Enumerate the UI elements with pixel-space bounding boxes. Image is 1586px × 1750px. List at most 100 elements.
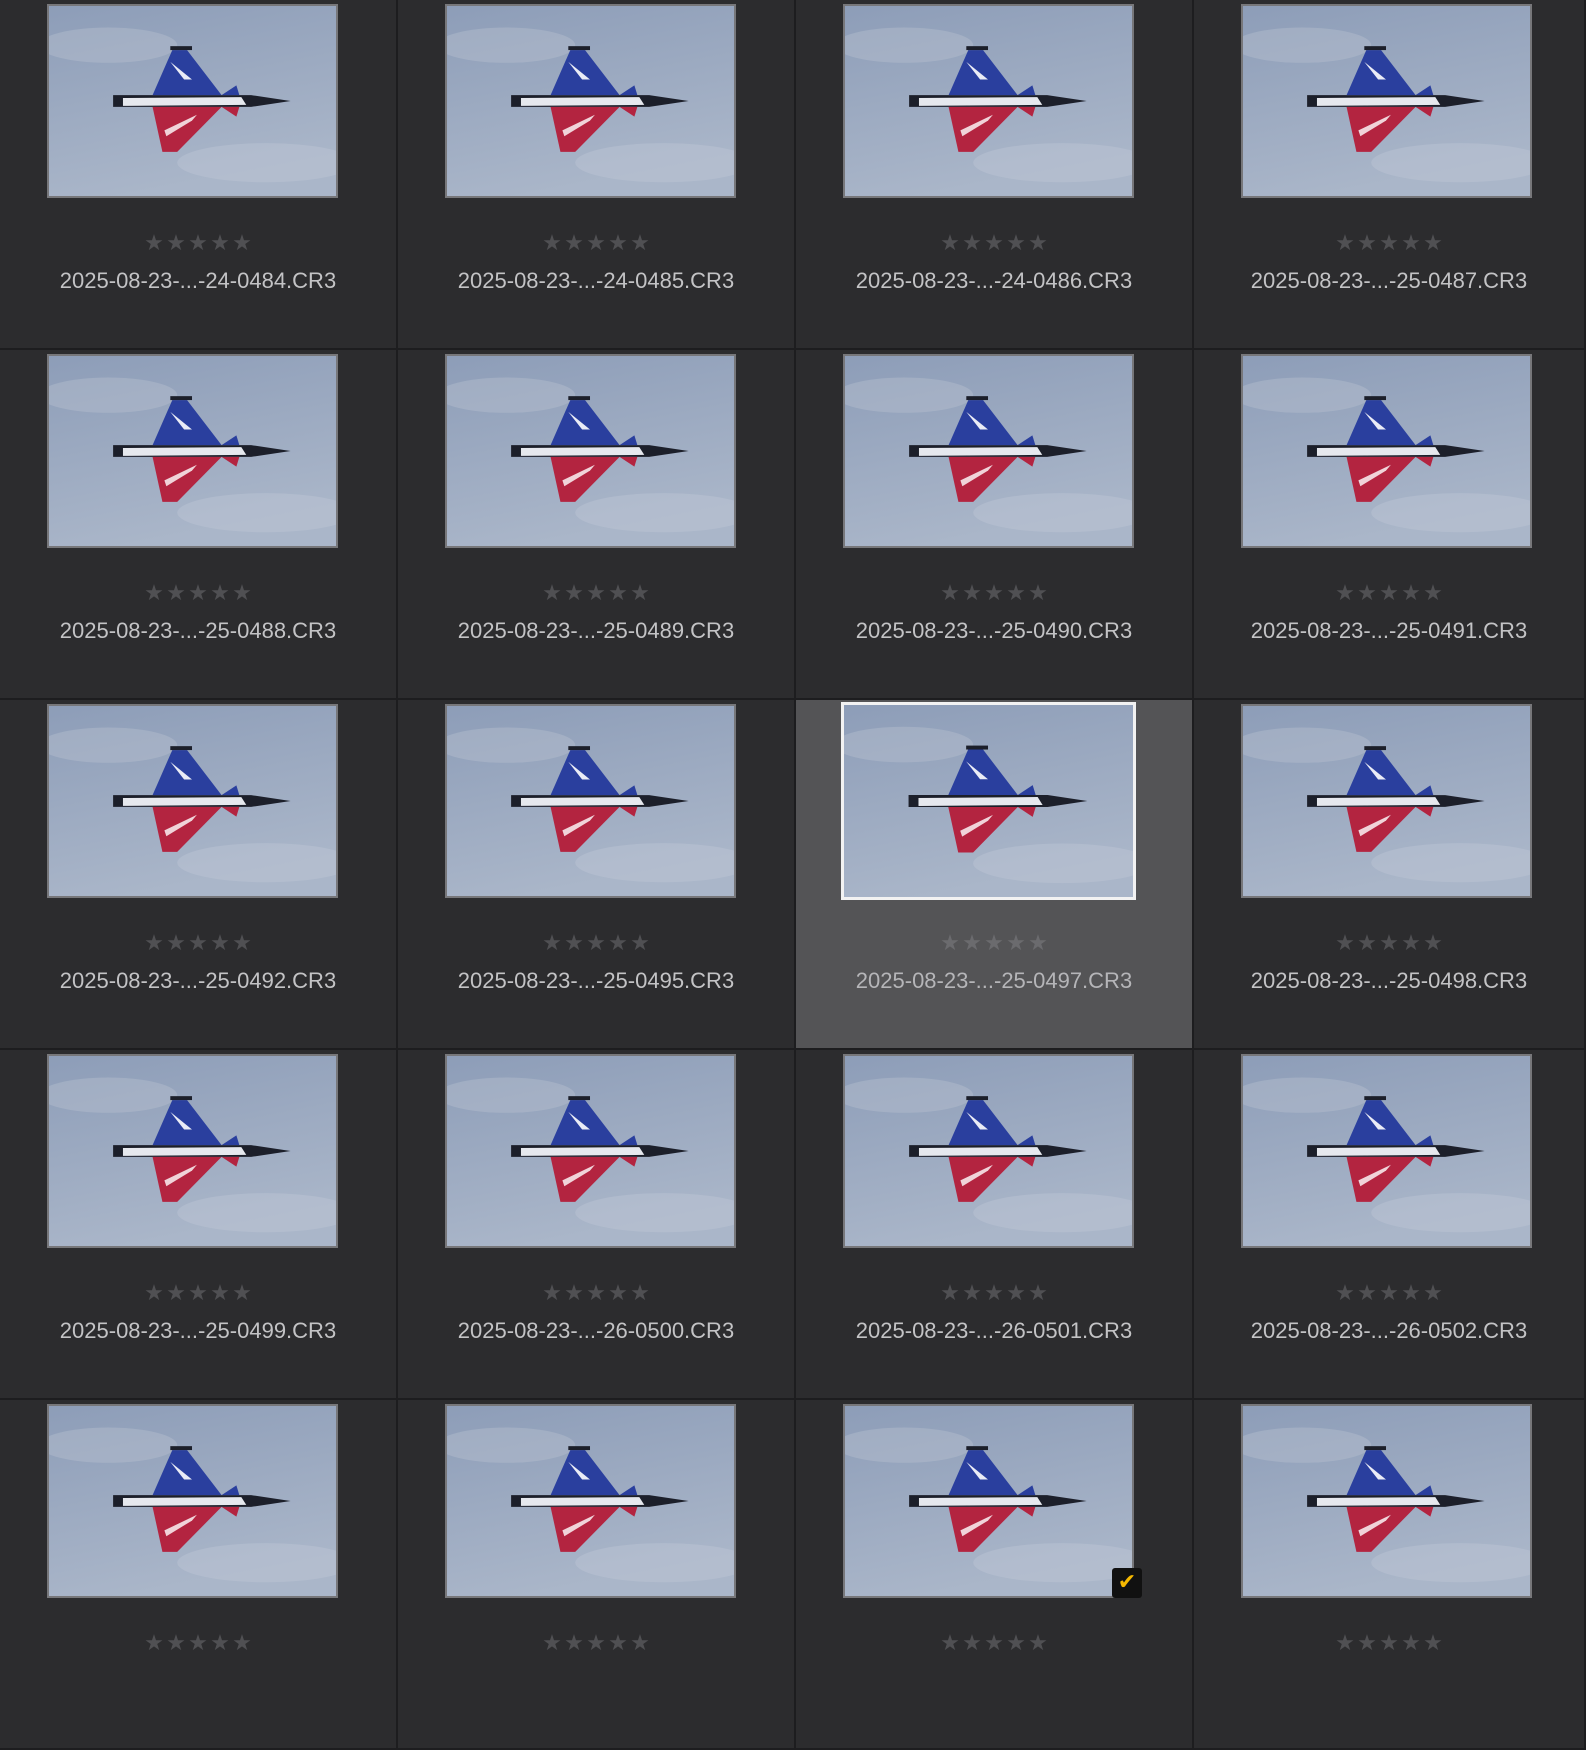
star-icon[interactable]: ★ (1378, 1632, 1400, 1656)
photo-thumbnail[interactable] (1241, 704, 1532, 898)
star-rating[interactable]: ★ ★ ★ ★ ★ (796, 582, 1192, 606)
star-icon[interactable]: ★ (607, 582, 629, 606)
star-icon[interactable]: ★ (939, 932, 961, 956)
star-rating[interactable]: ★ ★ ★ ★ ★ (1194, 1632, 1584, 1656)
star-icon[interactable]: ★ (983, 582, 1005, 606)
star-icon[interactable]: ★ (209, 932, 231, 956)
star-icon[interactable]: ★ (563, 582, 585, 606)
star-icon[interactable]: ★ (231, 1632, 253, 1656)
star-icon[interactable]: ★ (585, 1282, 607, 1306)
star-icon[interactable]: ★ (961, 932, 983, 956)
star-icon[interactable]: ★ (1356, 1632, 1378, 1656)
star-icon[interactable]: ★ (1027, 582, 1049, 606)
star-icon[interactable]: ★ (629, 582, 651, 606)
star-icon[interactable]: ★ (1422, 1632, 1444, 1656)
star-icon[interactable]: ★ (1378, 1282, 1400, 1306)
photo-thumbnail[interactable] (1241, 1404, 1532, 1598)
star-icon[interactable]: ★ (939, 1282, 961, 1306)
star-icon[interactable]: ★ (143, 1282, 165, 1306)
star-rating[interactable]: ★ ★ ★ ★ ★ (398, 932, 794, 956)
star-icon[interactable]: ★ (231, 582, 253, 606)
star-icon[interactable]: ★ (585, 232, 607, 256)
star-icon[interactable]: ★ (1400, 582, 1422, 606)
star-icon[interactable]: ★ (1027, 1632, 1049, 1656)
star-icon[interactable]: ★ (1400, 1632, 1422, 1656)
photo-thumbnail[interactable] (1241, 1054, 1532, 1248)
star-rating[interactable]: ★ ★ ★ ★ ★ (796, 932, 1192, 956)
photo-thumbnail[interactable] (445, 704, 736, 898)
photo-cell-3[interactable]: ★ ★ ★ ★ ★ 2025-08-23-...-24-0486.CR3 (796, 0, 1194, 350)
photo-thumbnail[interactable] (843, 354, 1134, 548)
star-icon[interactable]: ★ (939, 582, 961, 606)
star-icon[interactable]: ★ (629, 232, 651, 256)
star-icon[interactable]: ★ (1422, 932, 1444, 956)
star-icon[interactable]: ★ (541, 1632, 563, 1656)
photo-cell-10[interactable]: ★ ★ ★ ★ ★ 2025-08-23-...-25-0495.CR3 (398, 700, 796, 1050)
star-icon[interactable]: ★ (143, 1632, 165, 1656)
photo-cell-4[interactable]: ★ ★ ★ ★ ★ 2025-08-23-...-25-0487.CR3 (1194, 0, 1586, 350)
star-icon[interactable]: ★ (961, 232, 983, 256)
star-icon[interactable]: ★ (165, 1632, 187, 1656)
star-rating[interactable]: ★ ★ ★ ★ ★ (398, 1632, 794, 1656)
star-icon[interactable]: ★ (187, 932, 209, 956)
photo-thumbnail[interactable] (843, 1054, 1134, 1248)
photo-thumbnail[interactable] (445, 1054, 736, 1248)
star-icon[interactable]: ★ (1334, 232, 1356, 256)
star-icon[interactable]: ★ (585, 582, 607, 606)
star-icon[interactable]: ★ (607, 1632, 629, 1656)
photo-thumbnail[interactable] (445, 1404, 736, 1598)
star-icon[interactable]: ★ (1400, 1282, 1422, 1306)
star-rating[interactable]: ★ ★ ★ ★ ★ (1194, 1282, 1584, 1306)
star-icon[interactable]: ★ (629, 1632, 651, 1656)
photo-cell-17[interactable]: ★ ★ ★ ★ ★ (0, 1400, 398, 1750)
star-rating[interactable]: ★ ★ ★ ★ ★ (1194, 232, 1584, 256)
star-icon[interactable]: ★ (1378, 232, 1400, 256)
photo-cell-13[interactable]: ★ ★ ★ ★ ★ 2025-08-23-...-25-0499.CR3 (0, 1050, 398, 1400)
star-icon[interactable]: ★ (1378, 582, 1400, 606)
star-rating[interactable]: ★ ★ ★ ★ ★ (796, 1632, 1192, 1656)
star-icon[interactable]: ★ (231, 1282, 253, 1306)
star-icon[interactable]: ★ (983, 932, 1005, 956)
star-icon[interactable]: ★ (231, 932, 253, 956)
star-icon[interactable]: ★ (983, 1632, 1005, 1656)
star-rating[interactable]: ★ ★ ★ ★ ★ (398, 232, 794, 256)
star-icon[interactable]: ★ (1005, 1282, 1027, 1306)
star-icon[interactable]: ★ (1005, 232, 1027, 256)
star-rating[interactable]: ★ ★ ★ ★ ★ (1194, 932, 1584, 956)
star-icon[interactable]: ★ (563, 932, 585, 956)
star-rating[interactable]: ★ ★ ★ ★ ★ (398, 582, 794, 606)
photo-thumbnail[interactable] (843, 4, 1134, 198)
star-icon[interactable]: ★ (1005, 932, 1027, 956)
star-icon[interactable]: ★ (1334, 582, 1356, 606)
star-icon[interactable]: ★ (541, 932, 563, 956)
photo-thumbnail[interactable] (1241, 354, 1532, 548)
star-icon[interactable]: ★ (187, 1632, 209, 1656)
star-icon[interactable]: ★ (1356, 232, 1378, 256)
star-icon[interactable]: ★ (187, 232, 209, 256)
star-icon[interactable]: ★ (1356, 582, 1378, 606)
star-rating[interactable]: ★ ★ ★ ★ ★ (0, 232, 396, 256)
photo-thumbnail[interactable] (47, 1404, 338, 1598)
star-icon[interactable]: ★ (231, 232, 253, 256)
photo-thumbnail[interactable] (47, 1054, 338, 1248)
photo-cell-11[interactable]: ★ ★ ★ ★ ★ 2025-08-23-...-25-0497.CR3 (796, 700, 1194, 1050)
photo-cell-9[interactable]: ★ ★ ★ ★ ★ 2025-08-23-...-25-0492.CR3 (0, 700, 398, 1050)
star-icon[interactable]: ★ (1005, 582, 1027, 606)
photo-cell-6[interactable]: ★ ★ ★ ★ ★ 2025-08-23-...-25-0489.CR3 (398, 350, 796, 700)
photo-thumbnail[interactable] (1241, 4, 1532, 198)
star-icon[interactable]: ★ (983, 232, 1005, 256)
star-icon[interactable]: ★ (1422, 582, 1444, 606)
star-icon[interactable]: ★ (541, 1282, 563, 1306)
star-icon[interactable]: ★ (1027, 932, 1049, 956)
star-rating[interactable]: ★ ★ ★ ★ ★ (0, 1632, 396, 1656)
star-icon[interactable]: ★ (629, 1282, 651, 1306)
photo-cell-12[interactable]: ★ ★ ★ ★ ★ 2025-08-23-...-25-0498.CR3 (1194, 700, 1586, 1050)
star-icon[interactable]: ★ (585, 1632, 607, 1656)
photo-cell-1[interactable]: ★ ★ ★ ★ ★ 2025-08-23-...-24-0484.CR3 (0, 0, 398, 350)
star-icon[interactable]: ★ (629, 932, 651, 956)
star-icon[interactable]: ★ (939, 232, 961, 256)
star-icon[interactable]: ★ (541, 582, 563, 606)
star-icon[interactable]: ★ (983, 1282, 1005, 1306)
star-icon[interactable]: ★ (165, 582, 187, 606)
photo-thumbnail[interactable] (47, 4, 338, 198)
